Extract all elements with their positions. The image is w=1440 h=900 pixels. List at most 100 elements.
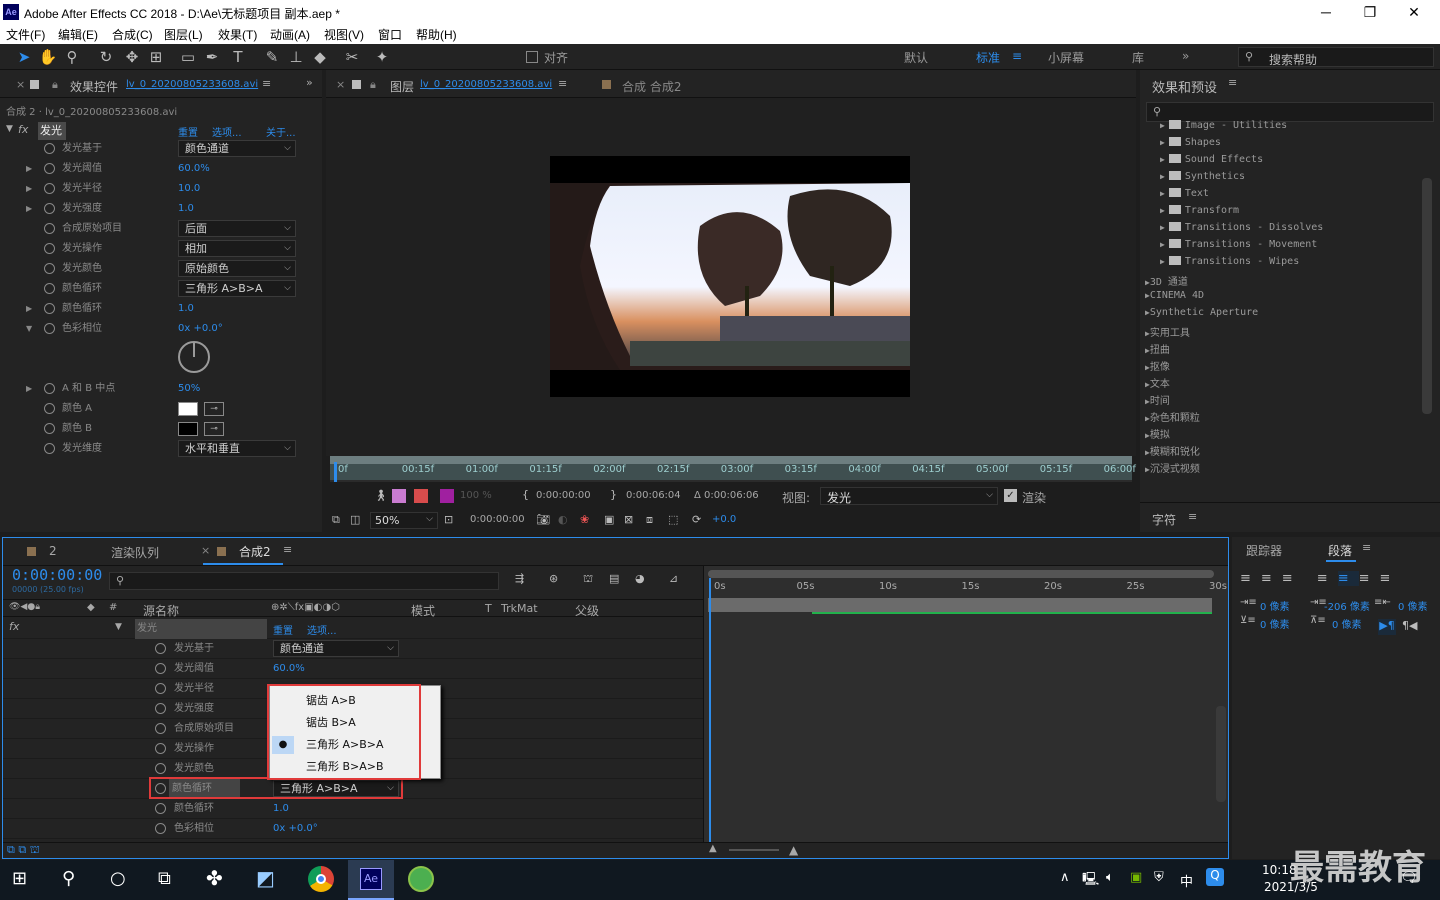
clone-tool-icon[interactable]: ⊥ bbox=[286, 47, 306, 67]
indent-first-value[interactable]: -206 像素 bbox=[1324, 598, 1370, 613]
stopwatch-icon[interactable] bbox=[44, 383, 55, 394]
stopwatch-icon[interactable] bbox=[44, 203, 55, 214]
puppet-tool-icon[interactable]: ✦ bbox=[372, 47, 392, 67]
effect-controls-layer-name[interactable]: lv_0_20200805233608.avi bbox=[126, 79, 258, 90]
expand-icon[interactable]: ▶ bbox=[26, 159, 32, 179]
resolution-icon[interactable]: ◫ bbox=[350, 513, 360, 526]
windows-start-icon[interactable]: ⊞ bbox=[12, 868, 27, 889]
color-swatch[interactable] bbox=[178, 402, 198, 416]
menu-help[interactable]: 帮助(H) bbox=[416, 26, 457, 43]
about-link[interactable]: 关于... bbox=[266, 124, 296, 139]
tab-paragraph[interactable]: 段落 bbox=[1328, 542, 1352, 559]
qq-icon[interactable]: Q bbox=[1206, 868, 1224, 886]
property-value[interactable]: 0x +0.0° bbox=[273, 819, 318, 839]
type-tool-icon[interactable]: T bbox=[228, 47, 248, 67]
toggle-switches-icon[interactable]: ⧉ ⧉ ⛫ bbox=[7, 843, 40, 858]
comp-tab-label[interactable]: 合成 合成2 bbox=[622, 78, 681, 95]
expand-icon[interactable]: ▶ bbox=[26, 199, 32, 219]
ltr-direction-button[interactable]: ▶¶ bbox=[1378, 619, 1396, 635]
reset-link[interactable]: 重置 bbox=[178, 124, 198, 139]
workspace-small[interactable]: 小屏幕 bbox=[1048, 49, 1084, 66]
zoom-slider[interactable] bbox=[729, 849, 779, 851]
panel-menu-icon[interactable]: ≡ bbox=[1362, 541, 1371, 554]
effect-folder[interactable]: ▶ Transform bbox=[1160, 205, 1239, 222]
shy-icon[interactable]: ⛫ bbox=[583, 572, 593, 587]
taskbar-search-icon[interactable]: ⚲ bbox=[62, 868, 75, 889]
indent-left-value[interactable]: 0 像素 bbox=[1260, 598, 1290, 613]
nvidia-icon[interactable]: ▣ bbox=[1130, 870, 1142, 885]
stopwatch-icon[interactable] bbox=[155, 763, 166, 774]
reset-link[interactable]: 重置 bbox=[273, 622, 293, 637]
workspace-default[interactable]: 默认 bbox=[904, 49, 928, 66]
network-icon[interactable]: 🖳︎ bbox=[1082, 870, 1099, 892]
panel-menu-icon[interactable]: ≡ bbox=[1228, 76, 1237, 89]
menu-layer[interactable]: 图层(L) bbox=[164, 26, 203, 43]
expand-icon[interactable]: ▶ bbox=[26, 299, 32, 319]
property-dropdown[interactable]: 颜色通道 ⌵ bbox=[273, 640, 399, 657]
effect-category[interactable]: ▶文本 bbox=[1145, 375, 1170, 392]
opacity-value[interactable]: 100 % bbox=[460, 490, 492, 501]
workspace-standard[interactable]: 标准 bbox=[976, 49, 1000, 66]
effect-folder[interactable]: ▶ Synthetics bbox=[1160, 171, 1245, 188]
roto-tool-icon[interactable]: ✂ bbox=[342, 47, 362, 67]
effect-name[interactable]: 发光 bbox=[38, 122, 66, 140]
label-icon[interactable]: ◆ bbox=[87, 602, 95, 613]
solo-icon[interactable] bbox=[392, 489, 406, 503]
orbit-tool-icon[interactable]: ↻ bbox=[96, 47, 116, 67]
layer-duration-bar[interactable] bbox=[708, 598, 1212, 612]
expand-icon[interactable]: ▶ bbox=[26, 379, 32, 399]
stopwatch-icon[interactable] bbox=[155, 743, 166, 754]
effect-category[interactable]: ▶沉浸式视频 bbox=[1145, 460, 1200, 477]
brush-tool-icon[interactable]: ✎ bbox=[262, 47, 282, 67]
options-link[interactable]: 选项... bbox=[212, 124, 242, 139]
stopwatch-icon[interactable] bbox=[44, 243, 55, 254]
align-buttons[interactable]: ≡≡≡ ≡≡≡≡ bbox=[1240, 571, 1436, 589]
effect-controls-tab-label[interactable]: 效果控件 bbox=[70, 78, 118, 95]
space-before-value[interactable]: 0 像素 bbox=[1260, 616, 1290, 631]
exposure-value[interactable]: +0.0 bbox=[712, 514, 736, 525]
timeline-scrollbar[interactable] bbox=[1216, 706, 1226, 802]
stopwatch-icon[interactable] bbox=[44, 263, 55, 274]
tab-render-queue[interactable]: 渲染队列 bbox=[111, 544, 159, 561]
effect-folder[interactable]: ▶ Transitions - Movement bbox=[1160, 239, 1317, 256]
notification-icon[interactable]: 🗨︎ bbox=[1400, 870, 1418, 886]
pen-tool-icon[interactable]: ✒ bbox=[202, 47, 222, 67]
region-icon[interactable]: ⊡ bbox=[444, 513, 453, 526]
effect-folder[interactable]: ▶ Text bbox=[1160, 188, 1209, 205]
property-dropdown[interactable]: 原始颜色 ⌵ bbox=[178, 260, 296, 277]
tab-comp2[interactable]: 合成2 bbox=[239, 543, 271, 560]
workspace-library[interactable]: 库 bbox=[1132, 49, 1144, 66]
property-dropdown[interactable]: 三角形 A>B>A ⌵ bbox=[178, 280, 296, 297]
expand-icon[interactable]: ▶ bbox=[26, 179, 32, 199]
timeline-graph[interactable]: 0s 05s 10s 15s 20s 25s 30s bbox=[703, 566, 1228, 844]
tab-comp-2[interactable]: 2 bbox=[49, 544, 57, 558]
anchor-tool-icon[interactable]: ⊞ bbox=[146, 47, 166, 67]
maximize-button[interactable]: ❐ bbox=[1350, 2, 1390, 22]
out-point-icon[interactable]: } bbox=[610, 488, 617, 501]
expand-icon[interactable]: ▼ bbox=[26, 319, 32, 339]
always-preview-icon[interactable]: ⧉ bbox=[332, 513, 340, 527]
space-after-value[interactable]: 0 像素 bbox=[1332, 616, 1362, 631]
stopwatch-icon[interactable] bbox=[44, 223, 55, 234]
av-switches-icon[interactable]: 👁︎◀●🔒︎ bbox=[9, 602, 40, 612]
view-dropdown[interactable]: 发光 ⌵ bbox=[820, 487, 998, 505]
in-time[interactable]: 0:00:00:00 bbox=[536, 490, 591, 501]
parent-column[interactable]: 父级 bbox=[575, 602, 599, 619]
stopwatch-icon[interactable] bbox=[44, 403, 55, 414]
stopwatch-icon[interactable] bbox=[155, 823, 166, 834]
effect-category[interactable]: ▶CINEMA 4D bbox=[1145, 290, 1204, 307]
security-icon[interactable]: ⛨ bbox=[1154, 870, 1164, 885]
stopwatch-icon[interactable] bbox=[155, 723, 166, 734]
playhead[interactable] bbox=[334, 462, 337, 482]
effect-category[interactable]: ▶Synthetic Aperture bbox=[1145, 307, 1258, 324]
out-time[interactable]: 0:00:06:04 bbox=[626, 490, 681, 501]
hand-tool-icon[interactable]: ✋ bbox=[38, 47, 58, 67]
channel-icon[interactable]: ❀ bbox=[580, 513, 589, 526]
property-dropdown[interactable]: 相加 ⌵ bbox=[178, 240, 296, 257]
menu-effect[interactable]: 效果(T) bbox=[218, 26, 257, 43]
mask-icon[interactable]: ⊠ bbox=[624, 513, 633, 526]
stopwatch-icon[interactable] bbox=[155, 643, 166, 654]
property-value[interactable]: 1.0 bbox=[178, 299, 194, 319]
color-swatch[interactable] bbox=[178, 422, 198, 436]
menu-edit[interactable]: 编辑(E) bbox=[58, 26, 98, 43]
